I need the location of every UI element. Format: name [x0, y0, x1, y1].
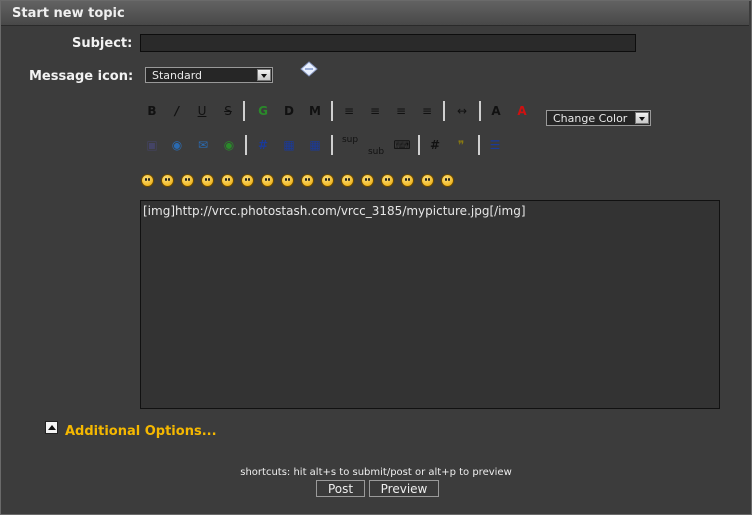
glow-icon[interactable]: G: [253, 101, 273, 121]
collapse-options-icon[interactable]: [45, 421, 58, 434]
sad-icon[interactable]: [241, 174, 254, 187]
toolbar-separator: [245, 135, 247, 155]
shortcuts-hint: shortcuts: hit alt+s to submit/post or a…: [240, 467, 512, 478]
post-button[interactable]: Post: [316, 480, 365, 497]
cheesy-icon[interactable]: [181, 174, 194, 187]
preview-button[interactable]: Preview: [369, 480, 439, 497]
teletype-icon[interactable]: ⌨: [392, 135, 412, 155]
align-justify-icon[interactable]: ≡: [365, 101, 385, 121]
title-bar: Start new topic: [1, 1, 749, 26]
subscript-icon[interactable]: sub: [366, 142, 386, 162]
chevron-down-icon: [635, 112, 649, 124]
grin-icon[interactable]: [201, 174, 214, 187]
insert-table-icon[interactable]: #: [253, 135, 273, 155]
cool-icon[interactable]: [281, 174, 294, 187]
insert-image-icon[interactable]: ▣: [142, 135, 162, 155]
toolbar-separator: [243, 101, 245, 121]
huh-icon[interactable]: [301, 174, 314, 187]
message-icon-label: Message icon:: [29, 69, 134, 84]
change-color-select[interactable]: Change Color: [546, 110, 651, 126]
toolbar-separator: [418, 135, 420, 155]
subject-label: Subject:: [72, 36, 133, 51]
underline-icon[interactable]: U: [192, 101, 212, 121]
smiley-icon[interactable]: [141, 174, 154, 187]
page-title: Start new topic: [12, 6, 125, 21]
wink-icon[interactable]: [161, 174, 174, 187]
align-center-icon[interactable]: ≡: [391, 101, 411, 121]
chevron-down-icon: [257, 69, 271, 81]
message-textarea[interactable]: [img]http://vrcc.photostash.com/vrcc_318…: [140, 200, 720, 409]
insert-code-icon[interactable]: #: [425, 135, 445, 155]
message-icon-select-value: Standard: [152, 69, 203, 82]
toolbar-separator: [331, 101, 333, 121]
superscript-icon[interactable]: sup: [340, 130, 360, 150]
insert-email-icon[interactable]: ✉: [193, 135, 213, 155]
toolbar-separator: [479, 101, 481, 121]
angry-icon[interactable]: [221, 174, 234, 187]
additional-options-link[interactable]: Additional Options...: [65, 424, 217, 439]
toolbar-separator: [331, 135, 333, 155]
tongue-icon[interactable]: [341, 174, 354, 187]
shocked-icon[interactable]: [261, 174, 274, 187]
font-face-icon[interactable]: A: [512, 101, 532, 121]
message-icon-preview-icon: [300, 61, 318, 77]
change-color-select-value: Change Color: [553, 112, 628, 125]
italic-icon[interactable]: /: [167, 101, 187, 121]
strikethrough-icon[interactable]: S: [218, 101, 238, 121]
insert-list-icon[interactable]: ☰: [485, 135, 505, 155]
insert-ftp-icon[interactable]: ◉: [219, 135, 239, 155]
insert-table-row-icon[interactable]: ▦: [279, 135, 299, 155]
undecided-icon[interactable]: [401, 174, 414, 187]
cry-icon[interactable]: [441, 174, 454, 187]
toolbar-separator: [443, 101, 445, 121]
insert-table-column-icon[interactable]: ▦: [305, 135, 325, 155]
marquee-icon[interactable]: M: [305, 101, 325, 121]
bold-icon[interactable]: B: [142, 101, 162, 121]
lipsrsealed-icon[interactable]: [381, 174, 394, 187]
align-right-icon[interactable]: ≡: [417, 101, 437, 121]
font-size-icon[interactable]: A: [486, 101, 506, 121]
horizontal-rule-icon[interactable]: ↔: [452, 101, 472, 121]
toolbar-separator: [478, 135, 480, 155]
shadow-icon[interactable]: D: [279, 101, 299, 121]
rolleyes-icon[interactable]: [321, 174, 334, 187]
embarrassed-icon[interactable]: [361, 174, 374, 187]
subject-input[interactable]: [140, 34, 636, 52]
insert-hyperlink-icon[interactable]: ◉: [167, 135, 187, 155]
align-left-icon[interactable]: ≡: [339, 101, 359, 121]
kiss-icon[interactable]: [421, 174, 434, 187]
insert-quote-icon[interactable]: ❞: [451, 135, 471, 155]
message-icon-select[interactable]: Standard: [145, 67, 273, 83]
